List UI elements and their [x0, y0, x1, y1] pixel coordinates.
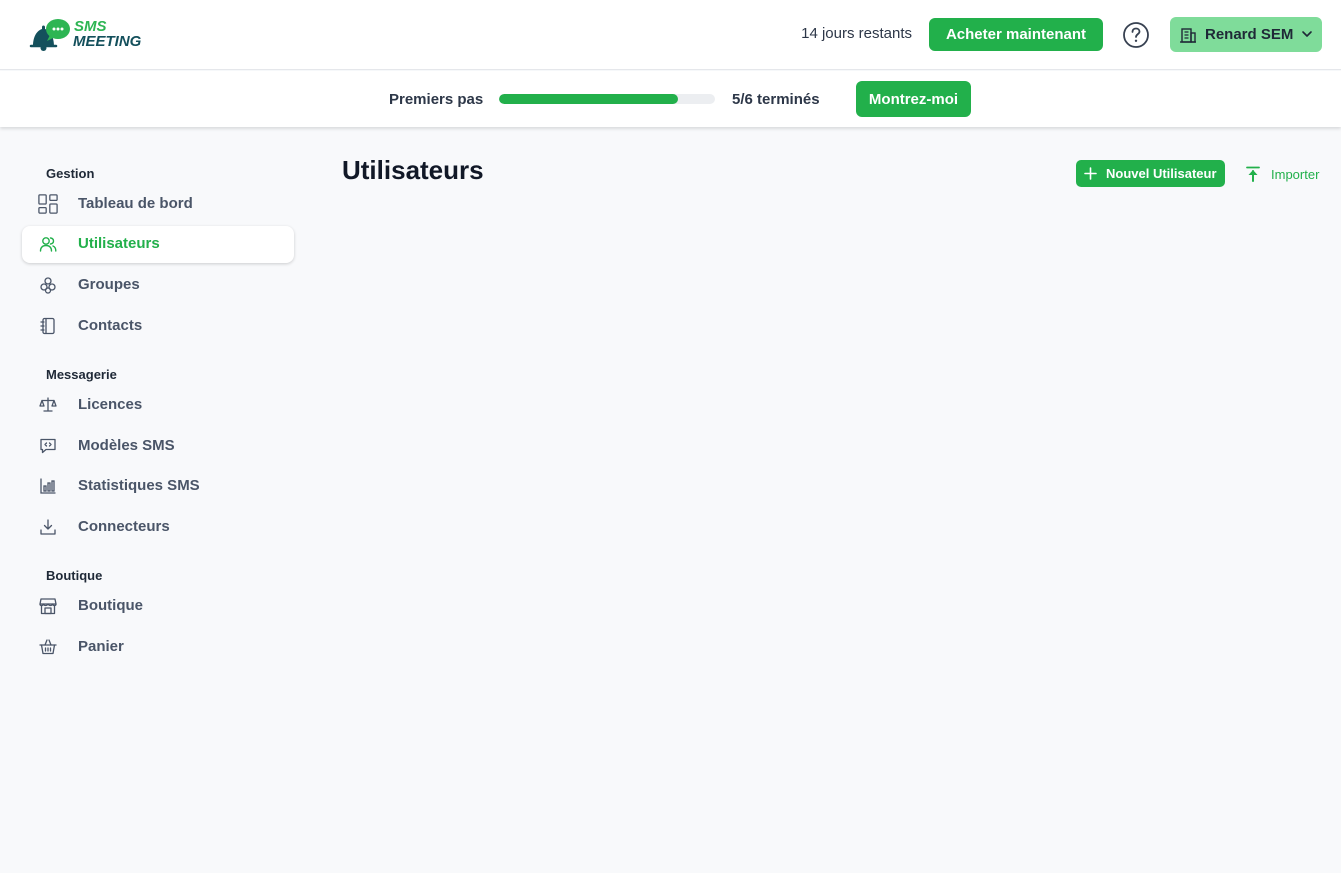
- bar-chart-icon: [38, 476, 58, 496]
- sms-meeting-logo[interactable]: SMS MEETING: [28, 16, 158, 54]
- buy-now-button[interactable]: Acheter maintenant: [929, 18, 1103, 51]
- scale-icon: [38, 395, 58, 415]
- sidebar-item-label: Licences: [78, 396, 143, 413]
- contacts-book-icon: [38, 316, 58, 336]
- show-me-button[interactable]: Montrez-moi: [856, 81, 971, 117]
- sidebar-item-label: Modèles SMS: [78, 437, 175, 454]
- sidebar-item-tableau-de-bord[interactable]: Tableau de bord: [22, 186, 294, 223]
- sidebar-item-groupes[interactable]: Groupes: [22, 267, 294, 304]
- sidebar-item-label: Utilisateurs: [78, 235, 160, 252]
- trial-remaining-text: 14 jours restants: [801, 25, 912, 42]
- sidebar-item-connecteurs[interactable]: Connecteurs: [22, 509, 294, 546]
- download-icon: [38, 517, 58, 537]
- import-label: Importer: [1271, 166, 1320, 182]
- store-icon: [38, 596, 58, 616]
- logo-text: SMS MEETING: [73, 19, 141, 49]
- sidebar-section-boutique: Boutique: [46, 568, 103, 583]
- top-bar: SMS MEETING 14 jours restants Acheter ma…: [0, 0, 1341, 70]
- basket-icon: [38, 637, 58, 657]
- sidebar-item-label: Boutique: [78, 597, 143, 614]
- onboarding-progress-bar: Premiers pas 5/6 terminés Montrez-moi: [0, 71, 1341, 127]
- dashboard-icon: [38, 194, 58, 214]
- sidebar-item-utilisateurs[interactable]: Utilisateurs: [22, 226, 294, 263]
- onboarding-progress-fill: [499, 94, 679, 104]
- onboarding-status: 5/6 terminés: [732, 91, 820, 108]
- account-name: Renard SEM: [1205, 26, 1294, 43]
- sidebar-item-label: Statistiques SMS: [78, 477, 200, 494]
- sidebar-item-boutique[interactable]: Boutique: [22, 588, 294, 625]
- new-user-button[interactable]: Nouvel Utilisateur: [1076, 160, 1225, 187]
- plus-icon: [1084, 167, 1097, 180]
- logo-line-1: SMS: [74, 18, 107, 35]
- groups-icon: [38, 275, 58, 295]
- sidebar-section-messagerie: Messagerie: [46, 367, 117, 382]
- message-code-icon: [38, 436, 58, 456]
- page-title: Utilisateurs: [342, 155, 484, 185]
- building-icon: [1180, 27, 1196, 43]
- sidebar-item-contacts[interactable]: Contacts: [22, 308, 294, 345]
- chevron-down-icon: [1302, 31, 1312, 37]
- new-user-label: Nouvel Utilisateur: [1106, 166, 1217, 181]
- onboarding-label: Premiers pas: [389, 91, 484, 108]
- logo-bell-bubble-icon: [29, 19, 70, 51]
- logo-line-2: MEETING: [73, 33, 142, 50]
- sidebar-item-label: Connecteurs: [78, 518, 170, 535]
- sidebar-item-panier[interactable]: Panier: [22, 629, 294, 666]
- help-icon[interactable]: [1122, 21, 1150, 49]
- sidebar-item-licences[interactable]: Licences: [22, 387, 294, 424]
- upload-icon: [1246, 166, 1260, 182]
- users-icon: [38, 234, 58, 254]
- sidebar-item-label: Panier: [78, 638, 124, 655]
- sidebar-item-label: Groupes: [78, 276, 140, 293]
- import-button[interactable]: Importer: [1245, 164, 1319, 184]
- onboarding-progress-track: [499, 94, 715, 104]
- account-menu-button[interactable]: Renard SEM: [1170, 17, 1322, 52]
- sidebar-item-modeles-sms[interactable]: Modèles SMS: [22, 428, 294, 465]
- sidebar-item-label: Tableau de bord: [78, 195, 193, 212]
- sidebar-item-statistiques-sms[interactable]: Statistiques SMS: [22, 468, 294, 505]
- sidebar-item-label: Contacts: [78, 317, 143, 334]
- sidebar-section-gestion: Gestion: [46, 166, 95, 181]
